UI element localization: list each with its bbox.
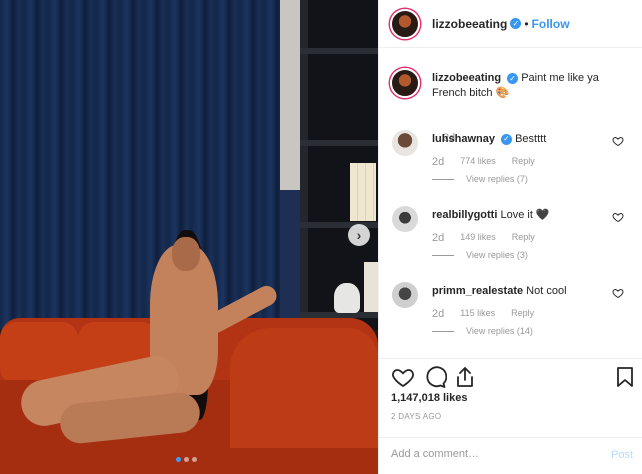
post-username[interactable]: lizzobeeating (432, 17, 507, 31)
add-comment-bar: Post (379, 437, 642, 474)
books (364, 262, 378, 312)
comment-likes[interactable]: 115 likes (460, 308, 495, 320)
post-timestamp: 2 DAYS AGO (391, 412, 442, 421)
vase (334, 283, 360, 313)
caption-text: lizzobeeating ✓ Paint me like ya French … (432, 71, 632, 101)
heart-icon[interactable] (391, 365, 415, 389)
avatar[interactable] (392, 282, 418, 308)
reply-button[interactable]: Reply (512, 232, 535, 244)
comment-username[interactable]: realbillygotti (432, 209, 497, 221)
sofa-arm (230, 328, 378, 448)
comment-icon[interactable] (423, 365, 447, 389)
verified-badge-icon: ✓ (501, 133, 513, 145)
comment-username[interactable]: primm_realestate (432, 285, 523, 297)
divider (432, 330, 454, 332)
reply-button[interactable]: Reply (511, 308, 534, 320)
verified-badge-icon: ✓ (507, 72, 519, 84)
comment-text: Bestttt (515, 133, 547, 145)
view-replies-button[interactable]: View replies (14) (432, 326, 533, 336)
view-replies-button[interactable]: View replies (7) (432, 174, 528, 184)
comment-time: 2d (432, 232, 445, 244)
comment-meta: 2d 774 likes Reply (432, 156, 535, 168)
heart-icon[interactable] (612, 287, 624, 299)
avatar[interactable] (390, 8, 420, 39)
share-icon[interactable] (453, 365, 477, 389)
carousel-indicator (176, 457, 197, 462)
shelf-board (300, 140, 378, 146)
comment-body: realbillygotti Love it 🖤 (432, 208, 612, 222)
heart-icon[interactable] (612, 135, 624, 147)
comment-meta: 2d 149 likes Reply (432, 232, 535, 244)
verified-badge-icon: ✓ (510, 18, 522, 29)
avatar[interactable] (392, 206, 418, 232)
follow-button[interactable]: Follow (532, 17, 570, 31)
view-replies-button[interactable]: View replies (3) (432, 250, 528, 260)
person-face (172, 237, 200, 271)
view-replies-label: View replies (3) (466, 250, 528, 260)
carousel-dot (184, 457, 189, 462)
avatar[interactable] (390, 68, 420, 98)
comment-username[interactable]: luhshawnay (432, 133, 495, 145)
comment-input[interactable] (391, 448, 591, 460)
separator: • (524, 16, 529, 31)
comment-time: 2d (432, 308, 445, 320)
curtain-backdrop (0, 0, 300, 330)
comment-text: Love it 🖤 (500, 209, 550, 221)
shelf-board (300, 48, 378, 54)
bookmark-icon[interactable] (613, 365, 637, 389)
post-header: lizzobeeating ✓ • Follow (379, 0, 642, 48)
avatar[interactable] (392, 130, 418, 156)
carousel-dot (192, 457, 197, 462)
comment-text: Not cool (526, 285, 567, 297)
divider (432, 254, 454, 256)
view-replies-label: View replies (14) (466, 326, 533, 336)
carousel-dot (176, 457, 181, 462)
post-photo[interactable]: › (0, 0, 378, 474)
comment-likes[interactable]: 149 likes (460, 232, 496, 244)
reply-button[interactable]: Reply (512, 156, 535, 168)
heart-icon[interactable] (612, 211, 624, 223)
chevron-right-icon: › (356, 227, 362, 243)
comment-body: luhshawnay ✓ Bestttt (432, 132, 612, 146)
divider (432, 178, 454, 180)
comment-meta: 2d 115 likes Reply (432, 308, 534, 320)
caption-username[interactable]: lizzobeeating (432, 72, 501, 84)
comments-list[interactable]: lizzobeeating ✓ Paint me like ya French … (379, 48, 642, 358)
carousel-next-button[interactable]: › (348, 224, 370, 246)
comment-body: primm_realestate Not cool (432, 284, 612, 298)
action-icons (391, 365, 633, 389)
view-replies-label: View replies (7) (466, 174, 528, 184)
comment-time: 2d (432, 156, 445, 168)
books (350, 163, 376, 221)
post-details-pane: lizzobeeating ✓ • Follow lizzobeeating ✓… (378, 0, 642, 474)
post-actions: 1,147,018 likes 2 DAYS AGO Post (379, 358, 642, 474)
like-count[interactable]: 1,147,018 likes (391, 392, 467, 404)
post-comment-button[interactable]: Post (611, 449, 633, 461)
comment-likes[interactable]: 774 likes (460, 156, 496, 168)
